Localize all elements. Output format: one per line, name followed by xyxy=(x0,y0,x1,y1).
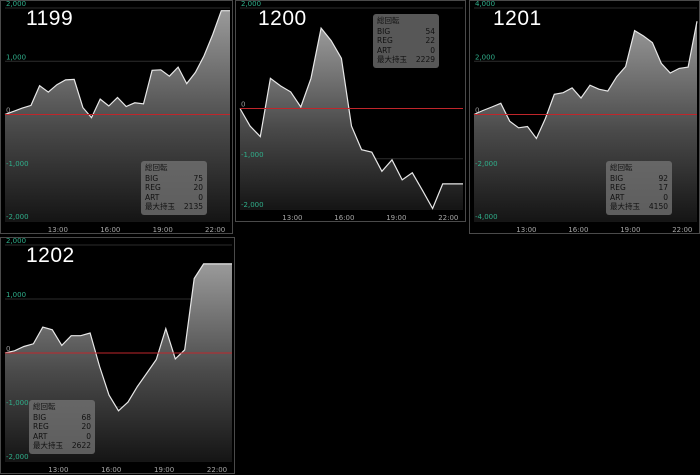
y-tick-label: 2,000 xyxy=(475,53,495,61)
stats-value: 0 xyxy=(430,45,435,55)
y-tick-label: -2,000 xyxy=(241,201,264,209)
stats-row: REG 20 xyxy=(33,422,91,432)
stats-row: 最大持玉 4150 xyxy=(610,202,668,212)
x-tick-label: 13:00 xyxy=(48,226,68,234)
stats-label: 最大持玉 xyxy=(377,55,407,64)
x-tick-label: 13:00 xyxy=(282,214,302,222)
chart-panel-1199: 2,000 1,000 0 -1,000 -2,000 13:00 16:00 19:00 22… xyxy=(0,0,233,234)
stats-box: 総回転 BIG 68 REG 20 ART 0 最大持玉 2622 xyxy=(29,400,95,454)
x-tick-label: 19:00 xyxy=(153,226,173,234)
stats-row: 最大持玉 2622 xyxy=(33,441,91,451)
stats-label: 最大持玉 xyxy=(33,441,63,450)
y-tick-label: -1,000 xyxy=(6,160,29,168)
stats-row: REG 22 xyxy=(377,36,435,46)
stats-label: BIG xyxy=(33,412,47,422)
stats-row: ART 0 xyxy=(145,193,203,203)
chart-panel-1200: 2,000 0 -1,000 -2,000 13:00 16:00 19:00 22:00 1… xyxy=(235,0,466,222)
x-tick-label: 16:00 xyxy=(334,214,354,222)
stats-label: 最大持玉 xyxy=(610,202,640,211)
stats-title: 総回転 xyxy=(377,16,400,25)
stats-row: 最大持玉 2135 xyxy=(145,202,203,212)
x-tick-label: 22:00 xyxy=(207,466,227,474)
y-tick-label: -2,000 xyxy=(6,453,29,461)
y-tick-label: -1,000 xyxy=(6,399,29,407)
x-tick-label: 16:00 xyxy=(101,466,121,474)
y-tick-label: 1,000 xyxy=(6,291,26,299)
stats-label: BIG xyxy=(377,26,391,36)
stats-value: 2135 xyxy=(183,202,203,211)
stats-value: 0 xyxy=(86,431,91,441)
stats-label: ART xyxy=(145,192,160,202)
x-tick-label: 13:00 xyxy=(516,226,536,234)
stats-row: BIG 92 xyxy=(610,174,668,184)
stats-label: ART xyxy=(33,431,48,441)
stats-row: ART 0 xyxy=(33,432,91,442)
stats-value: 0 xyxy=(663,192,668,202)
y-tick-label: -2,000 xyxy=(6,213,29,221)
stats-row: 最大持玉 2229 xyxy=(377,55,435,65)
stats-label: REG xyxy=(33,422,49,431)
y-tick-label: 0 xyxy=(6,107,10,115)
stats-label: ART xyxy=(610,192,625,202)
x-tick-label: 19:00 xyxy=(386,214,406,222)
stats-value: 20 xyxy=(193,183,203,192)
y-tick-label: 2,000 xyxy=(6,1,26,8)
stats-row: BIG 68 xyxy=(33,413,91,423)
stats-label: 最大持玉 xyxy=(145,202,175,211)
stats-label: REG xyxy=(610,183,626,192)
y-tick-label: 0 xyxy=(475,107,479,115)
x-tick-label: 13:00 xyxy=(48,466,68,474)
stats-label: REG xyxy=(377,36,393,45)
stats-value: 4150 xyxy=(648,202,668,211)
x-tick-label: 19:00 xyxy=(154,466,174,474)
stats-box: 総回転 BIG 92 REG 17 ART 0 最大持玉 4150 xyxy=(606,161,672,215)
stats-value: 22 xyxy=(425,36,435,45)
stats-value: 75 xyxy=(193,173,203,183)
machine-number: 1200 xyxy=(258,7,307,30)
stats-row: REG 20 xyxy=(145,183,203,193)
stats-row: ART 0 xyxy=(377,46,435,56)
stats-label: REG xyxy=(145,183,161,192)
stats-value: 68 xyxy=(81,412,91,422)
stats-value: 0 xyxy=(198,192,203,202)
stats-value: 2229 xyxy=(415,55,435,64)
stats-row: REG 17 xyxy=(610,183,668,193)
stats-box: 総回転 BIG 54 REG 22 ART 0 最大持玉 2229 xyxy=(373,14,439,68)
machine-number: 1201 xyxy=(493,7,542,30)
stats-row: BIG 75 xyxy=(145,174,203,184)
x-tick-label: 16:00 xyxy=(568,226,588,234)
x-tick-label: 22:00 xyxy=(438,214,458,222)
x-tick-label: 22:00 xyxy=(205,226,225,234)
x-tick-label: 16:00 xyxy=(100,226,120,234)
machine-number: 1202 xyxy=(26,244,75,267)
stats-label: BIG xyxy=(145,173,159,183)
stats-title: 総回転 xyxy=(610,163,633,172)
stats-label: BIG xyxy=(610,173,624,183)
stats-label: ART xyxy=(377,45,392,55)
stats-box: 総回転 BIG 75 REG 20 ART 0 最大持玉 2135 xyxy=(141,161,207,215)
y-tick-label: -4,000 xyxy=(475,213,498,221)
y-tick-label: 1,000 xyxy=(6,53,26,61)
stats-value: 92 xyxy=(658,173,668,183)
y-tick-label: 0 xyxy=(6,345,10,353)
machine-number: 1199 xyxy=(26,7,74,30)
stats-value: 54 xyxy=(425,26,435,36)
chart-panel-1201: 4,000 2,000 0 -2,000 -4,000 13:00 16:00 19:00 22… xyxy=(469,0,700,234)
y-tick-label: -2,000 xyxy=(475,160,498,168)
stats-value: 20 xyxy=(81,422,91,431)
chart-panel-1202: 2,000 1,000 0 -1,000 -2,000 13:00 16:00 19:00 22… xyxy=(0,237,235,474)
y-tick-label: 0 xyxy=(241,101,245,109)
stats-value: 2622 xyxy=(71,441,91,450)
stats-title: 総回転 xyxy=(33,402,56,411)
stats-row: BIG 54 xyxy=(377,27,435,37)
stats-value: 17 xyxy=(658,183,668,192)
stats-row: ART 0 xyxy=(610,193,668,203)
y-tick-label: -1,000 xyxy=(241,151,264,159)
x-tick-label: 19:00 xyxy=(620,226,640,234)
y-tick-label: 2,000 xyxy=(6,238,26,245)
stats-title: 総回転 xyxy=(145,163,168,172)
x-tick-label: 22:00 xyxy=(672,226,692,234)
